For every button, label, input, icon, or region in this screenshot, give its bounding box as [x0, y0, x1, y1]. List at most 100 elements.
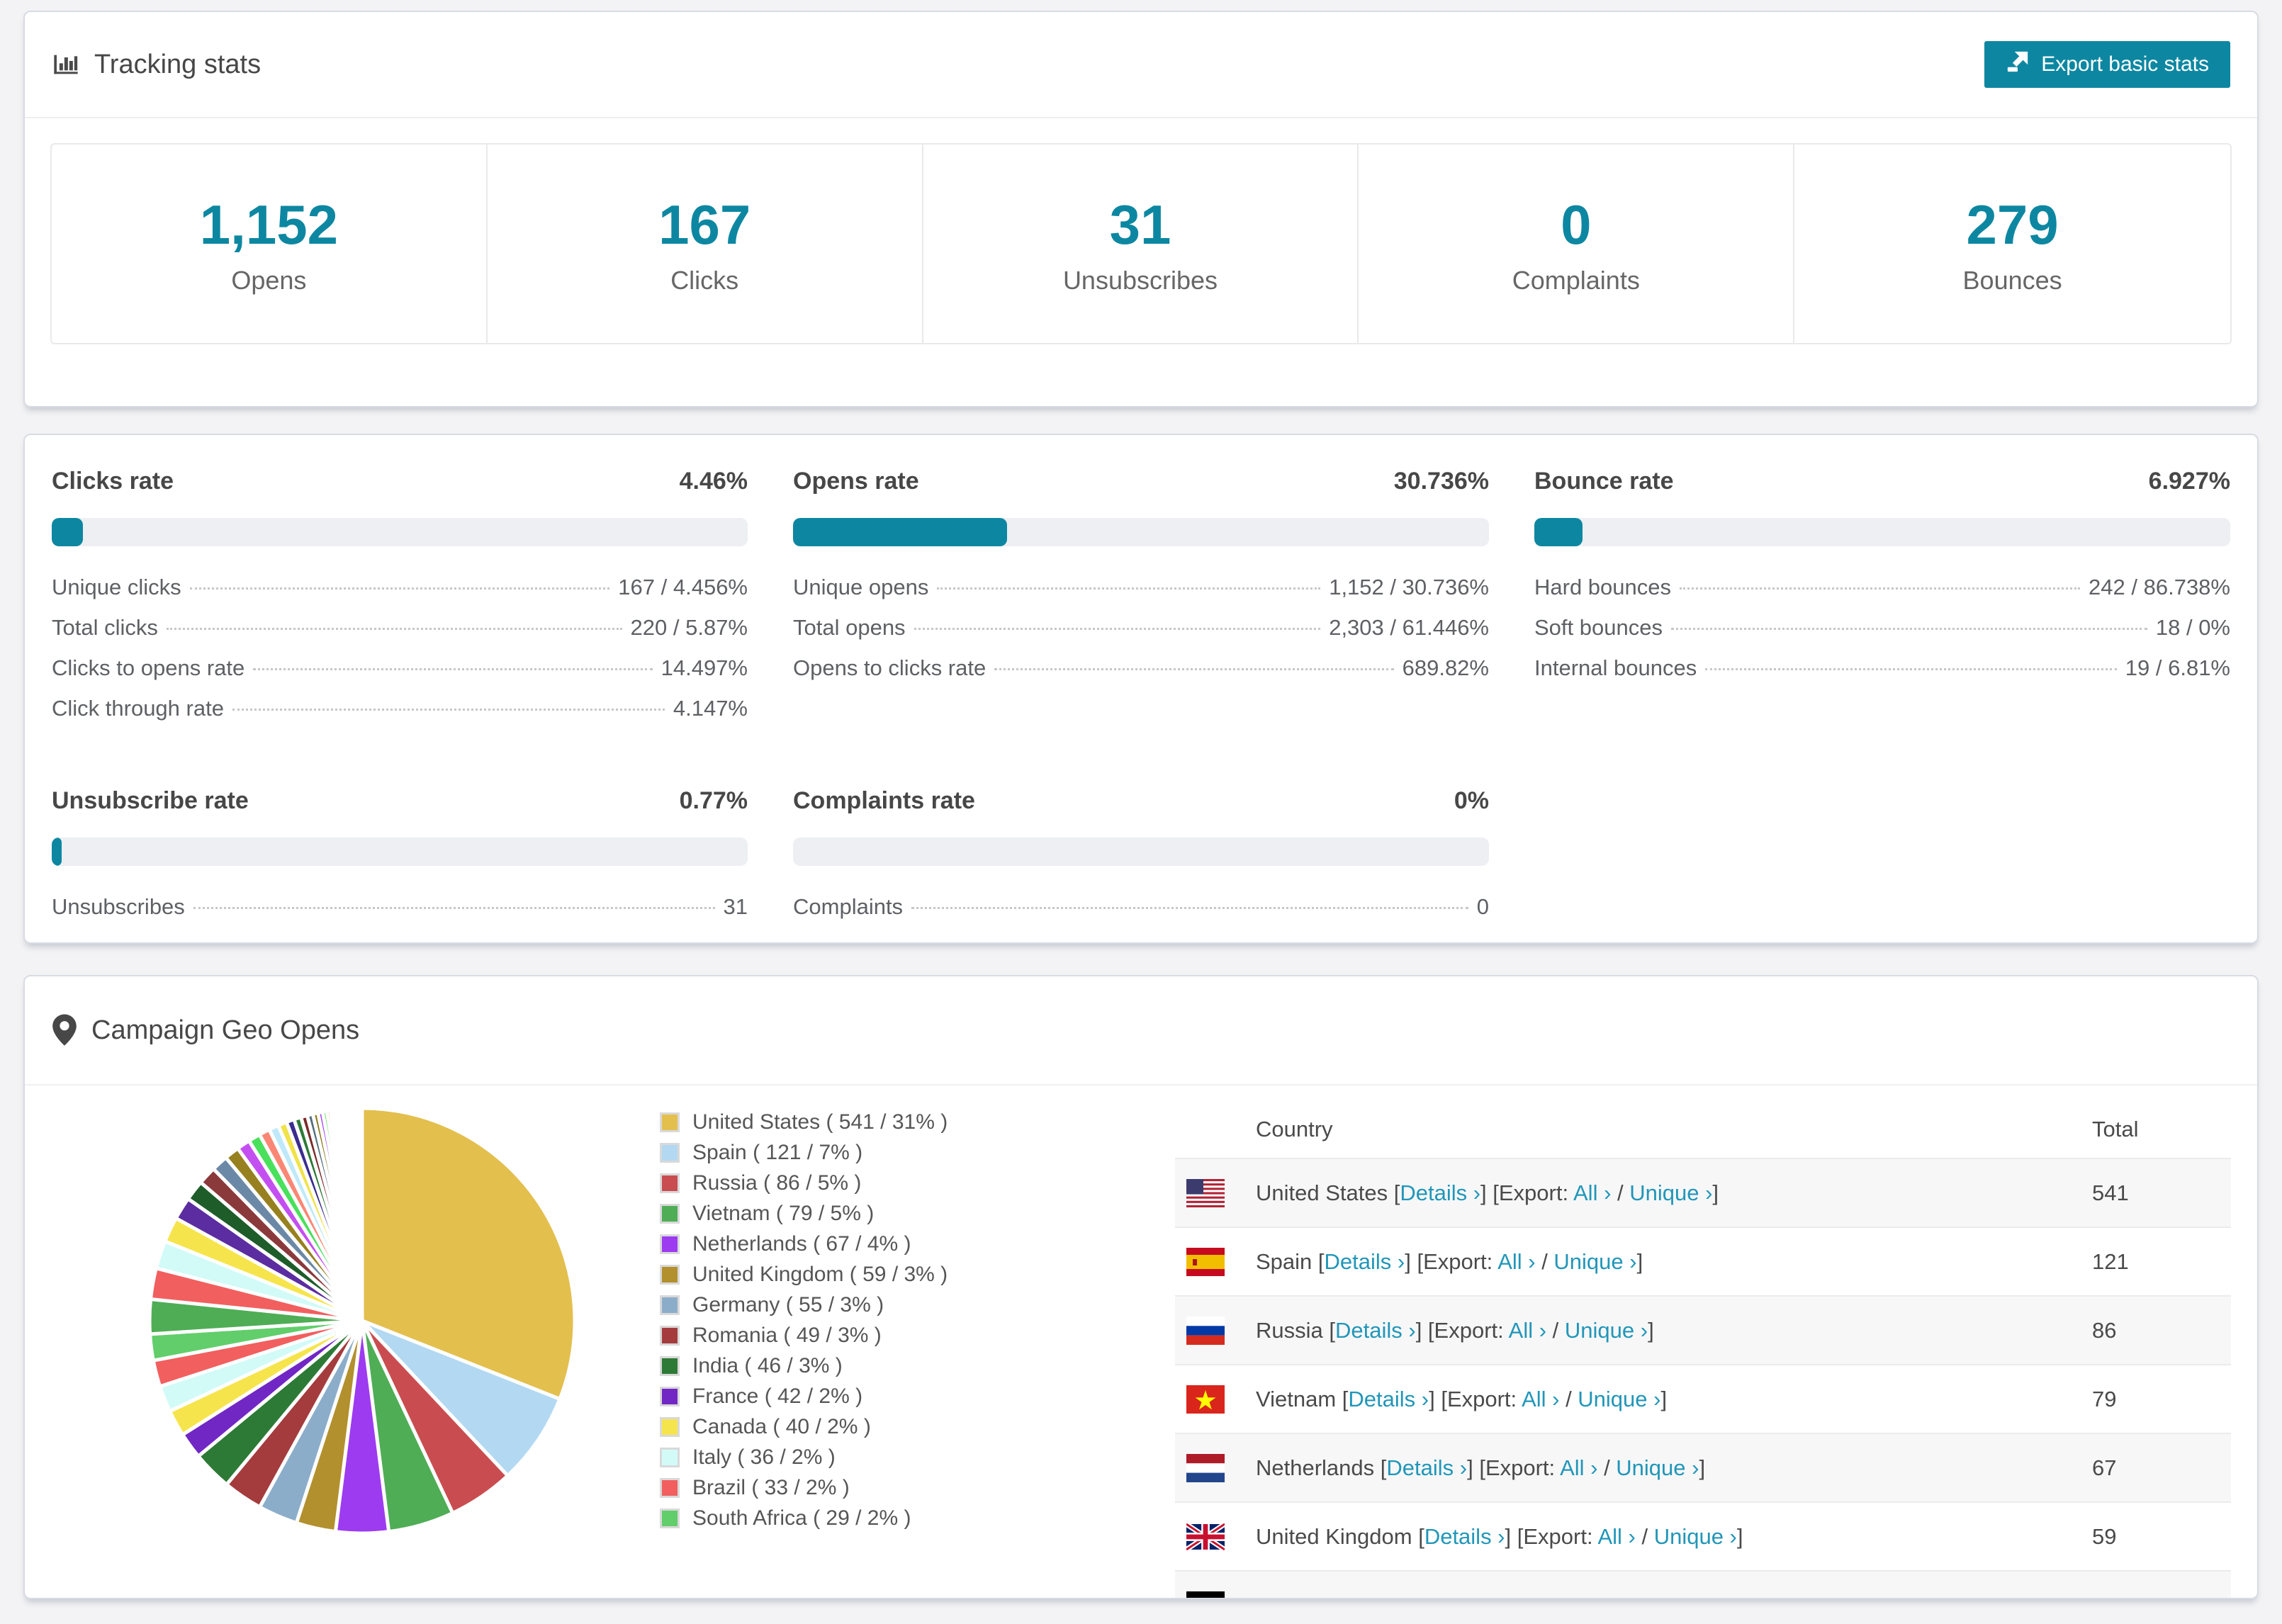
country-flag-gb — [1186, 1522, 1225, 1551]
row-value: 689.82% — [1402, 655, 1489, 680]
rate-card: Clicks rate 4.46% Unique clicks 167 / 4.… — [52, 468, 748, 736]
row-label: Click through rate — [52, 696, 224, 721]
geo-table-header: Country Total — [1175, 1101, 2231, 1158]
row-label: Unique clicks — [52, 575, 181, 599]
row-total: 541 — [2092, 1180, 2129, 1205]
details-link[interactable]: Details › — [1348, 1387, 1429, 1411]
country-name: United Kingdom — [1256, 1523, 1419, 1549]
geo-content: United States ( 541 / 31% ) Spain ( 121 … — [25, 1086, 2257, 1598]
progress-fill — [1534, 518, 1583, 546]
progress-fill — [52, 518, 83, 546]
progress-bar — [1534, 518, 2230, 546]
country-name: United States — [1256, 1180, 1394, 1205]
row-value: 242 / 86.738% — [2089, 575, 2230, 599]
export-basic-stats-button[interactable]: Export basic stats — [1984, 41, 2230, 88]
export-all-link[interactable]: All › — [1522, 1387, 1559, 1411]
row-value: 31 — [723, 894, 748, 919]
row-label: Clicks to opens rate — [52, 655, 245, 680]
row-value: 1,152 / 30.736% — [1329, 575, 1489, 599]
summary-stat-cell: 1,152 Opens — [52, 145, 488, 343]
progress-bar — [793, 518, 1489, 546]
bar-chart-icon — [52, 50, 80, 79]
export-button-label: Export basic stats — [2041, 52, 2209, 76]
stat-row: Total opens 2,303 / 61.446% — [793, 615, 1489, 655]
row-total: 67 — [2092, 1455, 2117, 1480]
geo-table: Country Total United States [Details ›] … — [1175, 1101, 2231, 1598]
export-all-link[interactable]: All › — [1560, 1455, 1597, 1480]
stat-value: 0 — [1561, 193, 1592, 256]
row-label: Unsubscribes — [52, 894, 185, 919]
legend-label: Vietnam ( 79 / 5% ) — [692, 1201, 875, 1225]
rate-title: Unsubscribe rate — [52, 787, 249, 814]
stat-row: Complaints 0 — [793, 894, 1489, 935]
summary-stat-cell: 167 Clicks — [488, 145, 923, 343]
export-all-link[interactable]: All › — [1509, 1318, 1546, 1343]
table-row: Russia [Details ›] [Export: All › / Uniq… — [1175, 1295, 2231, 1364]
table-row: United Kingdom [Details ›] [Export: All … — [1175, 1501, 2231, 1570]
summary-stat-cell: 31 Unsubscribes — [923, 145, 1359, 343]
legend-swatch — [660, 1173, 680, 1193]
row-label: Opens to clicks rate — [793, 655, 987, 680]
stat-row: Internal bounces 19 / 6.81% — [1534, 655, 2230, 696]
export-unique-link[interactable]: Unique › — [1578, 1387, 1660, 1411]
legend-label: Russia ( 86 / 5% ) — [692, 1171, 862, 1195]
rate-title: Bounce rate — [1534, 468, 1674, 495]
rate-card: Complaints rate 0% Complaints 0 — [793, 787, 1489, 935]
country-flag-us — [1186, 1178, 1225, 1207]
tracking-stats-header: Tracking stats Export basic stats — [25, 12, 2257, 118]
rate-title: Complaints rate — [793, 787, 975, 814]
export-unique-link[interactable]: Unique › — [1629, 1180, 1712, 1205]
legend-item: Brazil ( 33 / 2% ) — [660, 1472, 1028, 1503]
dotted-leader — [1705, 668, 2117, 670]
tracking-stats-card: Tracking stats Export basic stats 1,152 … — [23, 11, 2259, 407]
legend-swatch — [660, 1112, 680, 1132]
details-link[interactable]: Details › — [1386, 1455, 1467, 1480]
export-unique-link[interactable]: Unique › — [1553, 1249, 1636, 1274]
row-value: 14.497% — [661, 655, 748, 680]
legend-swatch — [660, 1234, 680, 1254]
legend-label: Canada ( 40 / 2% ) — [692, 1414, 871, 1438]
row-value: 18 / 0% — [2155, 615, 2230, 640]
geo-legend: United States ( 541 / 31% ) Spain ( 121 … — [660, 1101, 1028, 1598]
legend-swatch — [660, 1477, 680, 1498]
stat-row: Unique opens 1,152 / 30.736% — [793, 575, 1489, 615]
dotted-leader — [994, 668, 1394, 670]
country-name: Spain — [1256, 1248, 1318, 1274]
stat-row: Unique clicks 167 / 4.456% — [52, 575, 748, 615]
stat-label: Clicks — [670, 265, 739, 295]
legend-label: Spain ( 121 / 7% ) — [692, 1140, 863, 1164]
export-all-link[interactable]: All › — [1497, 1249, 1535, 1274]
details-link[interactable]: Details › — [1424, 1524, 1505, 1549]
details-link[interactable]: Details › — [1400, 1180, 1480, 1205]
table-header-country: Country — [1256, 1117, 1333, 1141]
rate-card: Unsubscribe rate 0.77% Unsubscribes 31 — [52, 787, 748, 935]
table-row: United States [Details ›] [Export: All ›… — [1175, 1158, 2231, 1227]
legend-swatch — [660, 1295, 680, 1315]
details-link[interactable]: Details › — [1325, 1249, 1405, 1274]
legend-swatch — [660, 1416, 680, 1437]
export-icon — [2006, 50, 2030, 79]
stat-label: Unsubscribes — [1062, 265, 1218, 295]
legend-item: Germany ( 55 / 3% ) — [660, 1290, 1028, 1320]
dotted-leader — [189, 587, 610, 590]
legend-label: Romania ( 49 / 3% ) — [692, 1323, 882, 1347]
progress-bar — [52, 518, 748, 546]
rate-title: Clicks rate — [52, 468, 174, 495]
export-all-link[interactable]: All › — [1597, 1524, 1635, 1549]
progress-bar — [52, 838, 748, 866]
stat-row: Soft bounces 18 / 0% — [1534, 615, 2230, 655]
rates-grid: Clicks rate 4.46% Unique clicks 167 / 4.… — [25, 435, 2257, 935]
export-unique-link[interactable]: Unique › — [1616, 1455, 1699, 1480]
legend-item: Vietnam ( 79 / 5% ) — [660, 1198, 1028, 1229]
dotted-leader — [937, 587, 1321, 590]
export-unique-link[interactable]: Unique › — [1654, 1524, 1737, 1549]
export-all-link[interactable]: All › — [1573, 1180, 1611, 1205]
dotted-leader — [193, 907, 715, 909]
export-unique-link[interactable]: Unique › — [1565, 1318, 1648, 1343]
stat-label: Complaints — [1512, 265, 1640, 295]
country-name: Netherlands — [1256, 1455, 1381, 1480]
legend-label: United Kingdom ( 59 / 3% ) — [692, 1262, 948, 1286]
details-link[interactable]: Details › — [1335, 1318, 1416, 1343]
country-name: Russia — [1256, 1317, 1330, 1343]
legend-swatch — [660, 1508, 680, 1528]
